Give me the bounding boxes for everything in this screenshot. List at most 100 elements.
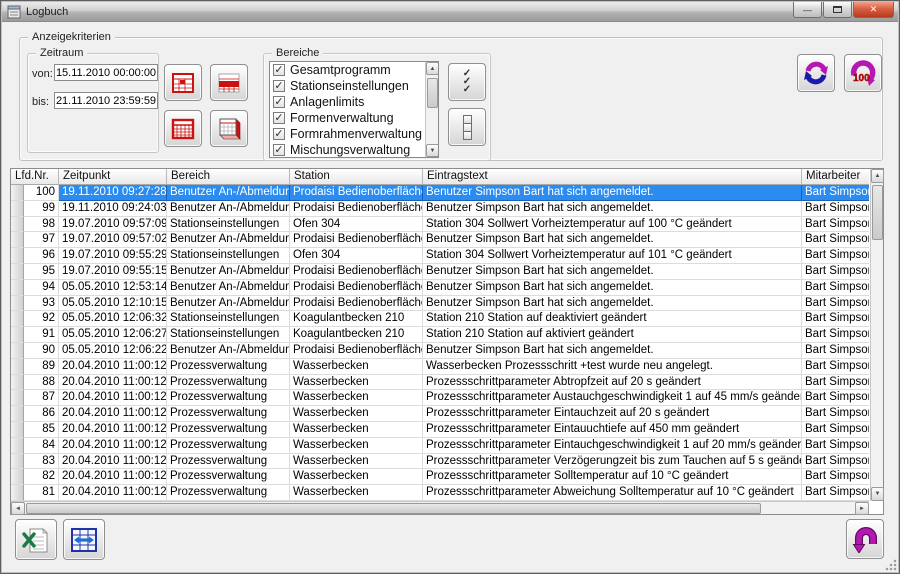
cell-mit[interactable]: Bart Simpson <box>802 390 869 406</box>
cell-zeit[interactable]: 20.04.2010 11:00:12 <box>59 406 167 422</box>
cell-nr[interactable]: 97 <box>24 232 59 248</box>
cell-mit[interactable]: Bart Simpson <box>802 185 869 201</box>
col-zeitpunkt[interactable]: Zeitpunkt <box>59 169 167 185</box>
cell-selcell[interactable] <box>11 217 24 233</box>
bereiche-item[interactable]: ✓Anlagenlimits <box>270 94 438 110</box>
cell-sta[interactable]: Wasserbecken <box>290 485 423 501</box>
cell-selcell[interactable] <box>11 280 24 296</box>
cell-txt[interactable]: Prozessschrittparameter Eintauchgeschwin… <box>423 438 802 454</box>
cell-ber[interactable]: Benutzer An-/Abmeldung <box>167 296 290 312</box>
cell-mit[interactable]: Bart Simpson <box>802 422 869 438</box>
table-row[interactable]: 8820.04.2010 11:00:12ProzessverwaltungWa… <box>11 375 869 391</box>
cell-zeit[interactable]: 05.05.2010 12:06:27 <box>59 327 167 343</box>
cell-ber[interactable]: Prozessverwaltung <box>167 422 290 438</box>
cell-mit[interactable]: Bart Simpson <box>802 311 869 327</box>
bereiche-scroll-up[interactable]: ▲ <box>426 62 439 75</box>
checkbox-icon[interactable]: ✓ <box>273 128 285 140</box>
range-year-button[interactable] <box>210 110 248 147</box>
cell-selcell[interactable] <box>11 359 24 375</box>
cell-zeit[interactable]: 20.04.2010 11:00:12 <box>59 390 167 406</box>
cell-selcell[interactable] <box>11 390 24 406</box>
table-row[interactable]: 8420.04.2010 11:00:12ProzessverwaltungWa… <box>11 438 869 454</box>
cell-nr[interactable]: 83 <box>24 454 59 470</box>
bereiche-scroll-down[interactable]: ▼ <box>426 144 439 157</box>
cell-ber[interactable]: Benutzer An-/Abmeldung <box>167 280 290 296</box>
cell-txt[interactable]: Prozessschrittparameter Verzögerungzeit … <box>423 454 802 470</box>
cell-ber[interactable]: Stationseinstellungen <box>167 217 290 233</box>
cell-nr[interactable]: 96 <box>24 248 59 264</box>
cell-ber[interactable]: Benutzer An-/Abmeldung <box>167 185 290 201</box>
cell-zeit[interactable]: 05.05.2010 12:53:14 <box>59 280 167 296</box>
table-row[interactable]: 9819.07.2010 09:57:09Stationseinstellung… <box>11 217 869 233</box>
cell-selcell[interactable] <box>11 469 24 485</box>
cell-sta[interactable]: Wasserbecken <box>290 406 423 422</box>
cell-ber[interactable]: Prozessverwaltung <box>167 390 290 406</box>
cell-txt[interactable]: Prozessschrittparameter Eintauuchtiefe a… <box>423 422 802 438</box>
cell-selcell[interactable] <box>11 201 24 217</box>
cell-txt[interactable]: Benutzer Simpson Bart hat sich angemelde… <box>423 343 802 359</box>
col-bereich[interactable]: Bereich <box>167 169 290 185</box>
cell-nr[interactable]: 94 <box>24 280 59 296</box>
cell-selcell[interactable] <box>11 248 24 264</box>
maximize-button[interactable] <box>823 2 852 18</box>
cell-zeit[interactable]: 19.11.2010 09:27:28 <box>59 185 167 201</box>
cell-txt[interactable]: Benutzer Simpson Bart hat sich angemelde… <box>423 264 802 280</box>
cell-sta[interactable]: Prodaisi Bedienoberfläche <box>290 232 423 248</box>
close-button[interactable]: ✕ <box>853 2 894 18</box>
cell-ber[interactable]: Prozessverwaltung <box>167 375 290 391</box>
bereiche-item[interactable]: ✓Mischungsverwaltung <box>270 142 438 158</box>
table-row[interactable]: 8120.04.2010 11:00:12ProzessverwaltungWa… <box>11 485 869 501</box>
cell-txt[interactable]: Station 304 Sollwert Vorheiztemperatur a… <box>423 248 802 264</box>
range-month-button[interactable] <box>164 110 202 147</box>
von-field[interactable]: 15.11.2010 00:00:00 <box>54 64 158 81</box>
cell-txt[interactable]: Wasserbecken Prozessschritt +test wurde … <box>423 359 802 375</box>
cell-txt[interactable]: Prozessschrittparameter Abweichung Sollt… <box>423 485 802 501</box>
table-hscrollbar[interactable]: ◄ ► <box>11 501 869 514</box>
cell-zeit[interactable]: 19.11.2010 09:24:03 <box>59 201 167 217</box>
cell-ber[interactable]: Benutzer An-/Abmeldung <box>167 264 290 280</box>
cell-ber[interactable]: Prozessverwaltung <box>167 469 290 485</box>
cell-sta[interactable]: Wasserbecken <box>290 454 423 470</box>
cell-nr[interactable]: 86 <box>24 406 59 422</box>
cell-zeit[interactable]: 19.07.2010 09:55:29 <box>59 248 167 264</box>
table-row[interactable]: 9205.05.2010 12:06:32Stationseinstellung… <box>11 311 869 327</box>
cell-sta[interactable]: Prodaisi Bedienoberfläche <box>290 280 423 296</box>
cell-zeit[interactable]: 20.04.2010 11:00:12 <box>59 485 167 501</box>
cell-mit[interactable]: Bart Simpson <box>802 485 869 501</box>
col-station[interactable]: Station <box>290 169 423 185</box>
checkbox-icon[interactable]: ✓ <box>273 144 285 156</box>
table-scroll-up[interactable]: ▲ <box>871 169 884 183</box>
cell-zeit[interactable]: 20.04.2010 11:00:12 <box>59 375 167 391</box>
cell-ber[interactable]: Benutzer An-/Abmeldung <box>167 201 290 217</box>
cell-nr[interactable]: 87 <box>24 390 59 406</box>
bis-field[interactable]: 21.11.2010 23:59:59 <box>54 92 158 109</box>
cell-ber[interactable]: Benutzer An-/Abmeldung <box>167 232 290 248</box>
cell-zeit[interactable]: 19.07.2010 09:57:02 <box>59 232 167 248</box>
cell-sta[interactable]: Wasserbecken <box>290 438 423 454</box>
cell-sta[interactable]: Koagulantbecken 210 <box>290 311 423 327</box>
checkbox-icon[interactable]: ✓ <box>273 96 285 108</box>
bereiche-item[interactable]: ✓Formenverwaltung <box>270 110 438 126</box>
cell-ber[interactable]: Stationseinstellungen <box>167 248 290 264</box>
table-row[interactable]: 9719.07.2010 09:57:02Benutzer An-/Abmeld… <box>11 232 869 248</box>
cell-nr[interactable]: 91 <box>24 327 59 343</box>
back-button[interactable] <box>846 519 884 559</box>
cell-txt[interactable]: Station 210 Station auf deaktiviert geän… <box>423 311 802 327</box>
cell-nr[interactable]: 85 <box>24 422 59 438</box>
cell-selcell[interactable] <box>11 406 24 422</box>
cell-ber[interactable]: Prozessverwaltung <box>167 485 290 501</box>
cell-nr[interactable]: 89 <box>24 359 59 375</box>
cell-sta[interactable]: Wasserbecken <box>290 375 423 391</box>
cell-selcell[interactable] <box>11 296 24 312</box>
cell-sta[interactable]: Prodaisi Bedienoberfläche <box>290 296 423 312</box>
table-row[interactable]: 9519.07.2010 09:55:15Benutzer An-/Abmeld… <box>11 264 869 280</box>
table-hscroll-thumb[interactable] <box>26 503 761 514</box>
checkbox-icon[interactable]: ✓ <box>273 64 285 76</box>
cell-nr[interactable]: 100 <box>24 185 59 201</box>
bereiche-scrollbar[interactable]: ▲ ▼ <box>425 62 438 157</box>
cell-txt[interactable]: Benutzer Simpson Bart hat sich angemelde… <box>423 185 802 201</box>
cell-txt[interactable]: Prozessschrittparameter Abtropfzeit auf … <box>423 375 802 391</box>
table-row[interactable]: 8320.04.2010 11:00:12ProzessverwaltungWa… <box>11 454 869 470</box>
cell-txt[interactable]: Prozessschrittparameter Eintauchzeit auf… <box>423 406 802 422</box>
deselect-all-bereiche-button[interactable] <box>448 108 486 146</box>
